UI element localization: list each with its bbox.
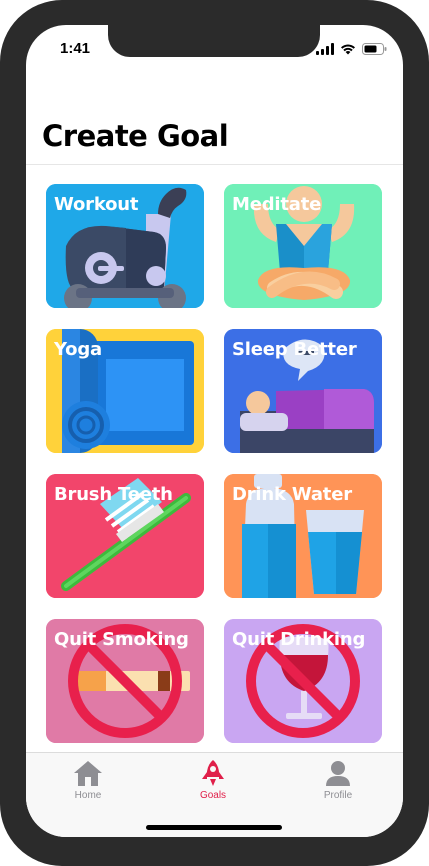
goal-tile-quit-smoking[interactable]: Quit Smoking [46, 619, 204, 743]
rocket-icon [202, 760, 224, 786]
tab-profile[interactable]: Profile [298, 759, 378, 809]
home-indicator [146, 825, 282, 830]
goal-label: Brush Teeth [54, 484, 173, 505]
tab-home[interactable]: Home [48, 759, 128, 809]
page-title: Create Goal [42, 119, 229, 153]
tab-label: Home [74, 790, 102, 801]
wifi-icon [341, 44, 355, 55]
goal-tile-workout[interactable]: Workout [46, 184, 204, 308]
signal-icon [316, 43, 334, 55]
home-icon [74, 761, 102, 786]
goal-label: Drink Water [232, 484, 352, 505]
goal-tile-drink-water[interactable]: Drink Water [224, 474, 382, 598]
goal-label: Meditate [232, 194, 322, 215]
tab-bar: Home Goals Profile [26, 752, 403, 837]
notch [108, 25, 320, 57]
title-divider [26, 164, 403, 165]
tab-goals[interactable]: Goals [173, 759, 253, 809]
goal-label: Yoga [54, 339, 102, 360]
person-icon [326, 761, 350, 786]
goal-label: Quit Smoking [54, 629, 189, 650]
goal-label: Quit Drinking [232, 629, 366, 650]
screen: 1:41 Create Goal Workout Meditate Yoga S… [26, 25, 403, 837]
goal-tile-meditate[interactable]: Meditate [224, 184, 382, 308]
goal-label: Sleep Better [232, 339, 357, 360]
tab-label: Profile [323, 790, 353, 801]
tab-label: Goals [199, 790, 227, 801]
goal-tile-sleep-better[interactable]: Sleep Better [224, 329, 382, 453]
status-icons [316, 42, 387, 56]
goal-tile-brush-teeth[interactable]: Brush Teeth [46, 474, 204, 598]
battery-icon [362, 43, 387, 55]
goal-tile-quit-drinking[interactable]: Quit Drinking [224, 619, 382, 743]
goal-tile-yoga[interactable]: Yoga [46, 329, 204, 453]
goal-label: Workout [54, 194, 139, 215]
status-time: 1:41 [60, 40, 91, 57]
